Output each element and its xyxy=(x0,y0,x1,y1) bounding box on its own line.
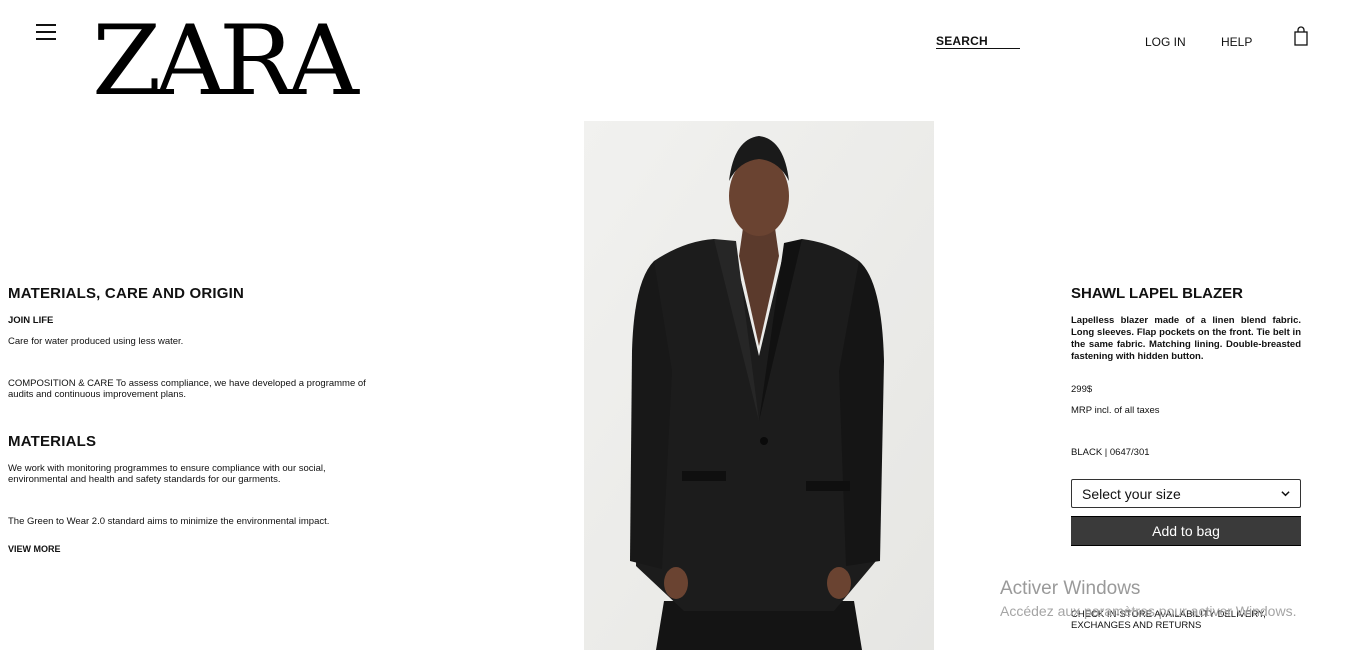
composition-line-2: audits and continuous improvement plans. xyxy=(8,389,186,400)
add-to-bag-button[interactable]: Add to bag xyxy=(1071,516,1301,546)
product-price: 299$ xyxy=(1071,384,1093,395)
help-link[interactable]: HELP xyxy=(1221,35,1252,49)
monitoring-line-2: environmental and health and safety stan… xyxy=(8,474,281,485)
monitoring-text: We work with monitoring programmes to en… xyxy=(8,463,408,485)
composition-line-1: COMPOSITION & CARE To assess compliance,… xyxy=(8,378,366,389)
search-link[interactable]: SEARCH xyxy=(936,32,1020,49)
product-title: SHAWL LAPEL BLAZER xyxy=(1071,285,1243,302)
monitoring-line-1: We work with monitoring programmes to en… xyxy=(8,463,326,474)
logo-text: ZARA xyxy=(92,5,359,117)
login-link[interactable]: LOG IN xyxy=(1145,35,1186,49)
join-life-label: JOIN LIFE xyxy=(8,315,54,326)
chevron-down-icon xyxy=(1281,491,1290,497)
search-label: SEARCH xyxy=(936,34,988,48)
size-select[interactable]: Select your size xyxy=(1071,479,1301,508)
menu-icon[interactable] xyxy=(36,24,56,40)
green-to-wear-text: The Green to Wear 2.0 standard aims to m… xyxy=(8,516,330,527)
composition-care-text: COMPOSITION & CARE To assess compliance,… xyxy=(8,378,408,400)
check-line-2: EXCHANGES AND RETURNS xyxy=(1071,620,1202,631)
section-title-materials: MATERIALS xyxy=(8,433,97,450)
section-title-materials-care-origin: MATERIALS, CARE AND ORIGIN xyxy=(8,285,245,302)
care-water-text: Care for water produced using less water… xyxy=(8,336,184,347)
view-more-link[interactable]: VIEW MORE xyxy=(8,544,61,554)
product-image xyxy=(584,121,934,650)
shopping-bag-icon[interactable] xyxy=(1293,26,1309,46)
color-reference: BLACK | 0647/301 xyxy=(1071,447,1150,458)
zara-logo[interactable]: ZARA xyxy=(92,13,359,109)
size-select-value: Select your size xyxy=(1082,485,1181,502)
windows-watermark-title: Activer Windows xyxy=(1000,578,1141,599)
windows-watermark-subtitle: Accédez aux paramètres pour activer Wind… xyxy=(1000,603,1297,619)
tax-note: MRP incl. of all taxes xyxy=(1071,405,1160,416)
product-description: Lapelless blazer made of a linen blend f… xyxy=(1071,315,1301,362)
